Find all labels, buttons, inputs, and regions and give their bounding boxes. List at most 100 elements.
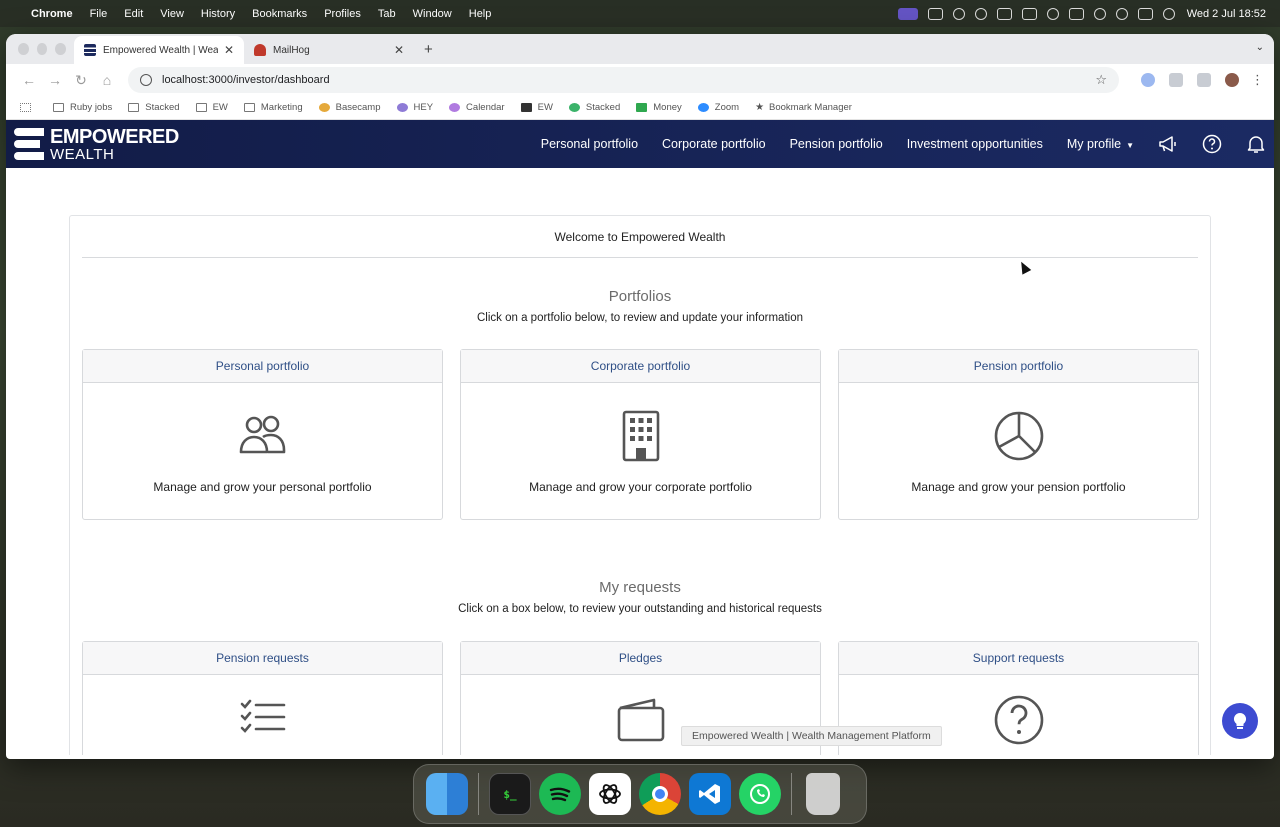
dock-vscode-icon[interactable]	[689, 773, 731, 815]
app-header: EMPOWERED WEALTH Personal portfolio Corp…	[6, 120, 1274, 168]
bookmark-manager[interactable]: ★ Bookmark Manager	[755, 102, 852, 113]
reload-icon[interactable]: ↻	[68, 72, 94, 89]
menu-history[interactable]: History	[201, 8, 235, 20]
menu-file[interactable]: File	[90, 8, 108, 20]
tab-title: MailHog	[273, 44, 310, 56]
back-icon[interactable]: ←	[16, 72, 42, 88]
close-tab-icon[interactable]: ✕	[224, 43, 234, 57]
bookmark-marketing[interactable]: Marketing	[243, 102, 303, 113]
star-icon: ★	[755, 102, 765, 113]
profile-avatar[interactable]	[1225, 73, 1239, 87]
ew-icon	[520, 103, 532, 112]
extensions-puzzle-icon[interactable]	[1197, 73, 1211, 87]
tab-strip: Empowered Wealth | Wealth M ✕ MailHog ✕ …	[6, 34, 1274, 64]
tab-mailhog[interactable]: MailHog ✕	[244, 36, 414, 64]
tray-app-icon[interactable]	[927, 7, 943, 20]
corporate-portfolio-tile[interactable]: Corporate portfolio Manage and grow your…	[460, 349, 821, 520]
browser-toolbar: ← → ↻ ⌂ localhost:3000/investor/dashboar…	[6, 64, 1274, 96]
dock-spotify-icon[interactable]	[539, 773, 581, 815]
close-tab-icon[interactable]: ✕	[394, 43, 404, 57]
new-tab-icon[interactable]: +	[424, 41, 433, 58]
nav-personal-portfolio[interactable]: Personal portfolio	[541, 137, 638, 151]
menu-tab[interactable]: Tab	[378, 8, 396, 20]
extension-icon[interactable]	[1141, 73, 1155, 87]
tab-hover-tooltip: Empowered Wealth | Wealth Management Pla…	[681, 726, 942, 746]
tile-heading: Support requests	[839, 642, 1198, 675]
control-center-icon[interactable]	[1137, 7, 1153, 20]
zoom-window-icon[interactable]	[55, 43, 67, 55]
tile-description: Manage and grow your pension portfolio	[911, 480, 1126, 494]
dock-whatsapp-icon[interactable]	[739, 773, 781, 815]
siri-icon[interactable]	[1162, 7, 1175, 20]
bookmark-ruby-jobs[interactable]: Ruby jobs	[53, 102, 112, 113]
tray-app-icon[interactable]	[952, 7, 965, 20]
menubar-app-name[interactable]: Chrome	[31, 8, 73, 20]
menu-profiles[interactable]: Profiles	[324, 8, 361, 20]
bookmark-stacked[interactable]: Stacked	[568, 102, 620, 113]
tab-search-icon[interactable]: ⌄	[1256, 42, 1264, 53]
bookmark-ew[interactable]: EW	[520, 102, 553, 113]
pension-portfolio-tile[interactable]: Pension portfolio Manage and grow your p…	[838, 349, 1199, 520]
battery-icon[interactable]	[1068, 7, 1084, 20]
menu-bookmarks[interactable]: Bookmarks	[252, 8, 307, 20]
url-text[interactable]: localhost:3000/investor/dashboard	[162, 74, 1095, 86]
nav-corporate-portfolio[interactable]: Corporate portfolio	[662, 137, 766, 151]
tray-app-icon[interactable]	[974, 7, 987, 20]
forward-icon[interactable]: →	[42, 72, 68, 88]
menu-view[interactable]: View	[160, 8, 184, 20]
menu-window[interactable]: Window	[413, 8, 452, 20]
tile-heading: Pension portfolio	[839, 350, 1198, 383]
dock-chatgpt-icon[interactable]	[589, 773, 631, 815]
personal-portfolio-tile[interactable]: Personal portfolio Manage and grow your …	[82, 349, 443, 520]
play-icon[interactable]	[1046, 7, 1059, 20]
menu-edit[interactable]: Edit	[124, 8, 143, 20]
empowered-wealth-logo[interactable]: EMPOWERED WEALTH	[14, 126, 179, 162]
mailhog-favicon-icon	[254, 44, 266, 56]
question-icon	[994, 695, 1043, 745]
help-icon[interactable]	[1202, 134, 1222, 154]
bookmark-money[interactable]: Money	[636, 102, 682, 113]
bookmark-zoom[interactable]: Zoom	[697, 102, 739, 113]
menubar-clock[interactable]: Wed 2 Jul 18:52	[1187, 8, 1266, 20]
apps-grid-icon[interactable]	[20, 103, 37, 112]
lightbulb-icon	[1233, 712, 1247, 729]
dock-chrome-icon[interactable]	[639, 773, 681, 815]
nav-pension-portfolio[interactable]: Pension portfolio	[790, 137, 883, 151]
bookmark-ew-folder[interactable]: EW	[195, 102, 228, 113]
tile-heading: Pension requests	[83, 642, 442, 675]
browser-window: Empowered Wealth | Wealth M ✕ MailHog ✕ …	[6, 34, 1274, 759]
bookmark-stacked-folder[interactable]: Stacked	[128, 102, 180, 113]
nav-investment-opportunities[interactable]: Investment opportunities	[907, 137, 1043, 151]
bell-icon[interactable]	[1246, 134, 1266, 154]
close-window-icon[interactable]	[18, 43, 29, 55]
bookmark-star-icon[interactable]: ☆	[1095, 72, 1107, 88]
nav-my-profile[interactable]: My profile ▼	[1067, 137, 1134, 151]
site-info-icon[interactable]	[140, 74, 152, 86]
requests-subtitle: Click on a box below, to review your out…	[458, 603, 822, 615]
folder-icon	[128, 103, 140, 112]
dock-terminal-icon[interactable]: $_	[489, 773, 531, 815]
extension-icon[interactable]	[1169, 73, 1183, 87]
lightbulb-help-button[interactable]	[1222, 703, 1258, 739]
bookmark-basecamp[interactable]: Basecamp	[318, 102, 381, 113]
tile-heading: Corporate portfolio	[461, 350, 820, 383]
minimize-window-icon[interactable]	[36, 43, 48, 55]
megaphone-icon[interactable]	[1158, 134, 1178, 154]
bookmark-hey[interactable]: HEY	[396, 102, 433, 113]
menu-help[interactable]: Help	[469, 8, 492, 20]
search-icon[interactable]	[1115, 7, 1128, 20]
bookmark-calendar[interactable]: Calendar	[449, 102, 505, 113]
home-icon[interactable]: ⌂	[94, 72, 120, 88]
wifi-icon[interactable]	[1093, 7, 1106, 20]
tray-app-icon[interactable]	[996, 7, 1012, 20]
tab-empowered-wealth[interactable]: Empowered Wealth | Wealth M ✕	[74, 36, 244, 64]
address-bar[interactable]: localhost:3000/investor/dashboard ☆	[128, 67, 1119, 93]
logo-text-line2: WEALTH	[50, 145, 115, 163]
butterfly-icon[interactable]	[1021, 7, 1037, 20]
pension-requests-tile[interactable]: Pension requests	[82, 641, 443, 755]
browser-menu-icon[interactable]: ⋮	[1251, 72, 1264, 88]
dock-finder-icon[interactable]	[426, 773, 468, 815]
welcome-card: Welcome to Empowered Wealth Portfolios C…	[69, 215, 1211, 755]
screen-share-icon[interactable]	[897, 7, 918, 20]
dock-trash-icon[interactable]	[806, 773, 840, 815]
